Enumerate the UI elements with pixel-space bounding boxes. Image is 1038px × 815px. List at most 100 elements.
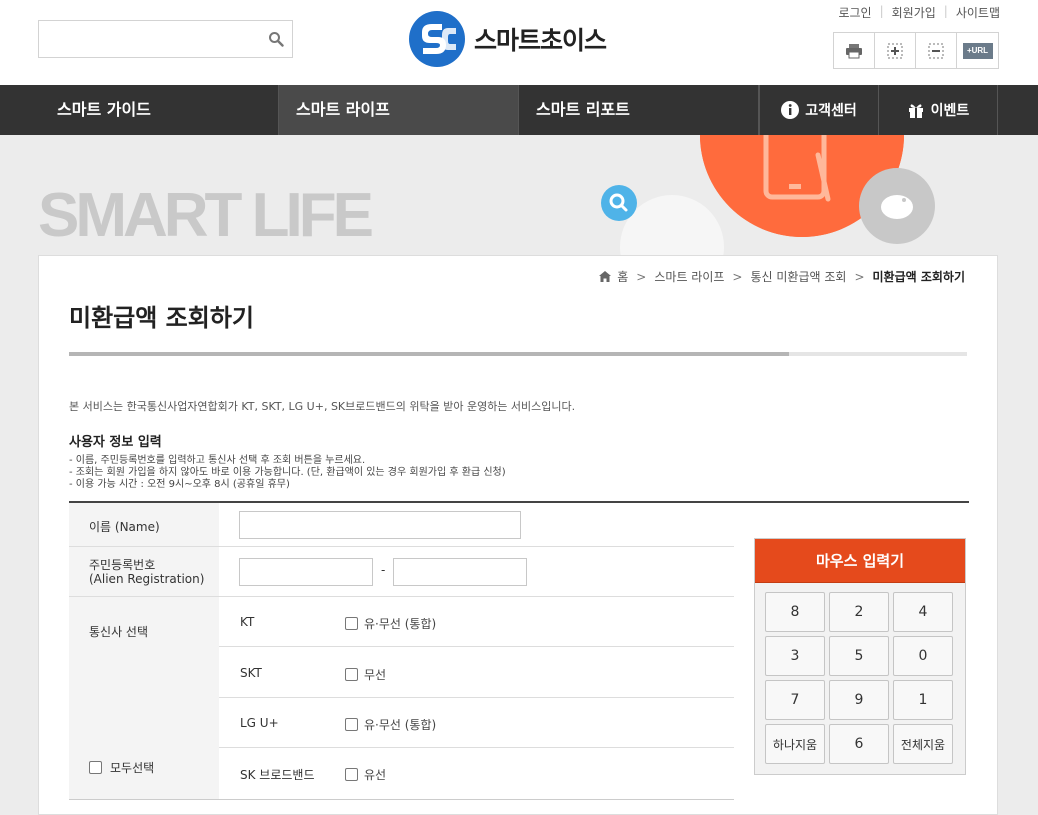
logo-mark-icon	[409, 11, 465, 67]
carrier-label: 통신사 선택	[89, 625, 149, 639]
url-copy-label: +URL	[966, 46, 989, 55]
site-header: 스마트초이스 로그인 | 회원가입 | 사이트맵 +URL	[0, 0, 1038, 85]
site-logo[interactable]: 스마트초이스	[408, 10, 607, 68]
content-panel: 홈 > 스마트 라이프 > 통신 미환급액 조회 > 미환급액 조회하기 미환급…	[38, 255, 998, 815]
backspace-key-button[interactable]: 하나지움	[765, 724, 825, 764]
page-tools: +URL	[833, 32, 999, 69]
key-button[interactable]: 6	[829, 724, 889, 764]
zoom-out-icon	[928, 43, 944, 58]
zoom-in-button[interactable]	[875, 33, 916, 68]
url-copy-button[interactable]: +URL	[957, 33, 998, 68]
search-icon[interactable]	[268, 31, 284, 47]
key-button[interactable]: 5	[829, 636, 889, 676]
carrier-kt-checkbox[interactable]: 유·무선 (통합)	[345, 615, 436, 632]
carrier-row: 통신사 선택 모두선택 KT 유·무선 (통합) SKT 무선 LG U+ 유·…	[69, 597, 734, 800]
carrier-lgu-checkbox[interactable]: 유·무선 (통합)	[345, 716, 436, 733]
note-line: - 이름, 주민등록번호를 입력하고 통신사 선택 후 조회 버튼을 누르세요.	[69, 455, 366, 466]
nav-item-smart-life[interactable]: 스마트 라이프	[279, 85, 519, 135]
search-box	[38, 20, 293, 58]
user-info-form: 이름 (Name) 주민등록번호 (Alien Registration) - …	[69, 501, 969, 800]
name-header-cell: 이름 (Name)	[69, 503, 219, 546]
carrier-option: 유·무선 (통합)	[364, 617, 437, 631]
signup-link[interactable]: 회원가입	[892, 4, 936, 21]
key-button[interactable]: 3	[765, 636, 825, 676]
instruction-notes: - 이름, 주민등록번호를 입력하고 통신사 선택 후 조회 버튼을 누르세요.…	[69, 455, 506, 491]
breadcrumb-current: 미환급액 조회하기	[872, 270, 966, 284]
page-title: 미환급액 조회하기	[69, 304, 254, 332]
nav-item-label: 스마트 가이드	[57, 100, 151, 119]
utility-links: 로그인 | 회원가입 | 사이트맵	[838, 4, 1000, 21]
carrier-skb: SK 브로드밴드 유선	[219, 748, 734, 800]
service-intro: 본 서비스는 한국통신사업자연합회가 KT, SKT, LG U+, SK브로드…	[69, 400, 576, 413]
carrier-header-cell: 통신사 선택 모두선택	[69, 597, 219, 799]
sitemap-link[interactable]: 사이트맵	[956, 4, 1000, 21]
checkbox[interactable]	[89, 761, 102, 774]
logo-text: 스마트초이스	[474, 26, 607, 55]
carrier-option: 유선	[364, 768, 387, 782]
rrn-row: 주민등록번호 (Alien Registration) -	[69, 547, 734, 597]
rrn-header-cell: 주민등록번호 (Alien Registration)	[69, 547, 219, 596]
zoom-in-icon	[887, 43, 903, 58]
checkbox[interactable]	[345, 768, 358, 781]
note-line: - 조회는 회원 가입을 하지 않아도 바로 이용 가능합니다. (단, 환급액…	[69, 467, 506, 478]
chevron-right-icon: >	[636, 269, 647, 284]
chevron-right-icon: >	[854, 269, 865, 284]
divider: |	[943, 4, 948, 18]
print-button[interactable]	[834, 33, 875, 68]
name-row: 이름 (Name)	[69, 503, 734, 547]
nav-item-smart-report[interactable]: 스마트 리포트	[519, 85, 759, 135]
rrn-label: 주민등록번호	[89, 558, 156, 572]
nav-item-smart-guide[interactable]: 스마트 가이드	[0, 85, 279, 135]
mouse-keypad: 마우스 입력기 8 2 4 3 5 0 7 9 1 하나지움 6 전체지움	[754, 538, 966, 775]
breadcrumb-refund-lookup[interactable]: 통신 미환급액 조회	[750, 268, 846, 285]
keypad-title: 마우스 입력기	[755, 539, 965, 583]
carrier-name: SK 브로드밴드	[240, 768, 315, 782]
hero-illustration	[601, 135, 935, 260]
carrier-skb-checkbox[interactable]: 유선	[345, 766, 386, 783]
clear-all-key-button[interactable]: 전체지움	[893, 724, 953, 764]
carrier-lgu: LG U+ 유·무선 (통합)	[219, 698, 734, 748]
key-button[interactable]: 0	[893, 636, 953, 676]
info-icon	[781, 101, 800, 119]
rrn-front-input[interactable]	[239, 558, 373, 586]
rrn-sublabel: (Alien Registration)	[89, 572, 205, 586]
key-button[interactable]: 4	[893, 592, 953, 632]
nav-event[interactable]: 이벤트	[878, 85, 998, 135]
main-nav: 스마트 가이드 스마트 라이프 스마트 리포트 고객센터 이벤트	[0, 85, 1038, 135]
breadcrumb-smart-life[interactable]: 스마트 라이프	[654, 268, 724, 285]
name-label: 이름 (Name)	[89, 520, 160, 534]
key-button[interactable]: 2	[829, 592, 889, 632]
nav-item-label: 스마트 라이프	[296, 100, 390, 119]
carrier-option: 무선	[364, 668, 387, 682]
search-input[interactable]	[43, 25, 263, 53]
hero-title: SMART LIFE	[38, 181, 374, 250]
checkbox[interactable]	[345, 617, 358, 630]
breadcrumb-home[interactable]: 홈	[617, 268, 628, 285]
title-underline	[69, 352, 967, 356]
key-button[interactable]: 1	[893, 680, 953, 720]
key-button[interactable]: 9	[829, 680, 889, 720]
nav-customer-center[interactable]: 고객센터	[759, 85, 878, 135]
carrier-name: SKT	[240, 666, 262, 680]
zoom-out-button[interactable]	[916, 33, 957, 68]
checkbox[interactable]	[345, 668, 358, 681]
note-line: - 이용 가능 시간 : 오전 9시~오후 8시 (공휴일 휴무)	[69, 479, 290, 490]
carrier-option: 유·무선 (통합)	[364, 718, 437, 732]
carrier-name: KT	[240, 615, 255, 629]
carrier-kt: KT 유·무선 (통합)	[219, 597, 734, 647]
nav-item-label: 스마트 리포트	[536, 100, 630, 119]
login-link[interactable]: 로그인	[838, 4, 871, 21]
nav-util-label: 고객센터	[805, 103, 857, 119]
home-icon[interactable]	[599, 271, 612, 282]
key-button[interactable]: 8	[765, 592, 825, 632]
carrier-skt-checkbox[interactable]: 무선	[345, 666, 386, 683]
carrier-name: LG U+	[240, 716, 279, 730]
select-all-checkbox[interactable]: 모두선택	[89, 759, 154, 776]
print-icon	[846, 43, 862, 58]
gift-icon	[908, 104, 923, 118]
select-all-label: 모두선택	[110, 761, 155, 775]
rrn-back-input[interactable]	[393, 558, 527, 586]
name-input[interactable]	[239, 511, 521, 539]
key-button[interactable]: 7	[765, 680, 825, 720]
checkbox[interactable]	[345, 718, 358, 731]
